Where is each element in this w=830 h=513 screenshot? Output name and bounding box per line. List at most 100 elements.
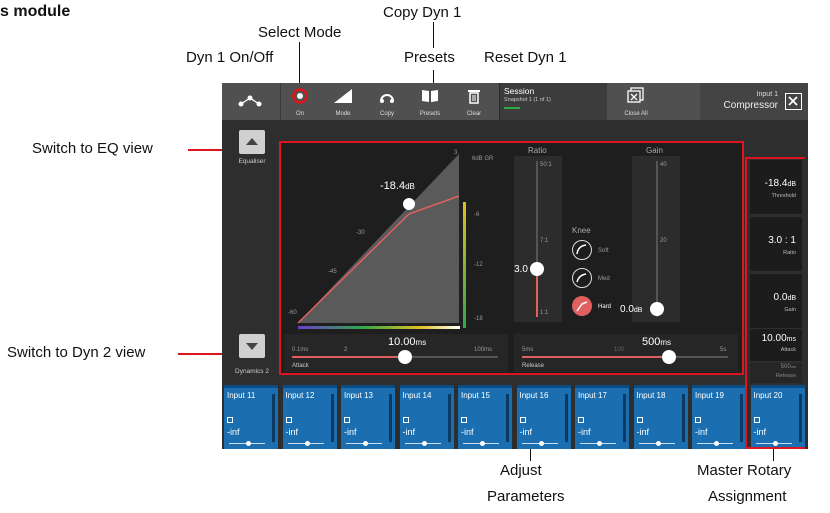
trash-icon — [468, 90, 480, 104]
strip-level: -inf — [519, 427, 533, 437]
strip-fader-knob[interactable] — [655, 441, 661, 446]
input-strip[interactable]: Input 12 -inf — [282, 385, 337, 449]
callout-master-rotary: Master Rotary — [697, 462, 792, 479]
copy-button[interactable]: Copy — [367, 83, 407, 120]
strip-fader-knob[interactable] — [714, 441, 719, 446]
rotary-assignment-highlight — [745, 157, 805, 449]
toolbar: On Mode Copy Presets Clear Session Snaps… — [222, 83, 808, 120]
book-icon — [422, 90, 438, 102]
strip-level: -inf — [695, 427, 708, 437]
presets-label: Presets — [419, 111, 441, 117]
callout-adjust-params: Adjust — [500, 462, 542, 479]
strip-name: Input 17 — [578, 391, 607, 400]
strip-fader-knob[interactable] — [421, 441, 427, 446]
strip-select-icon[interactable] — [578, 417, 584, 423]
strip-meter — [389, 394, 392, 442]
strip-level: -inf — [285, 427, 299, 437]
strip-select-icon[interactable] — [402, 417, 409, 423]
strip-level: -inf — [461, 427, 474, 437]
input-strip[interactable]: Input 18 -inf — [633, 385, 688, 449]
input-strip[interactable]: Input 15 -inf — [458, 385, 512, 449]
close-button[interactable] — [785, 93, 802, 110]
dynamics2-label: Dynamics 2 — [235, 368, 269, 375]
routing-icon — [238, 95, 262, 107]
strip-meter — [564, 394, 568, 442]
strip-select-icon[interactable] — [285, 417, 292, 423]
leader-copy-2 — [433, 70, 434, 84]
strip-fader-knob[interactable] — [246, 441, 251, 446]
mode-icon — [334, 89, 352, 103]
arrow-down-icon — [246, 343, 258, 350]
session-status-bar — [504, 107, 520, 109]
copy-label: Copy — [379, 111, 394, 117]
strip-fader-knob[interactable] — [363, 441, 368, 446]
strip-meter — [623, 394, 626, 442]
on-label: On — [295, 111, 304, 117]
callout-adjust-line1: Adjust — [500, 462, 542, 479]
strip-meter — [272, 394, 275, 442]
strip-name: Input 15 — [461, 391, 490, 400]
session-title: Session — [504, 86, 535, 96]
routing-button[interactable] — [230, 83, 270, 120]
equaliser-view-button[interactable] — [239, 130, 265, 154]
processor-name: Compressor — [723, 100, 778, 111]
strip-select-icon[interactable] — [519, 417, 526, 423]
strip-name: Input 19 — [695, 391, 724, 400]
strip-select-icon[interactable] — [461, 417, 467, 423]
input-strip[interactable]: Input 14 -inf — [399, 385, 454, 449]
mode-button[interactable]: Mode — [323, 83, 363, 120]
strip-fader-knob[interactable] — [480, 441, 485, 446]
strip-name: Input 11 — [227, 391, 256, 400]
dynamics2-view-button[interactable] — [239, 334, 265, 358]
input-strip[interactable]: Input 13 -inf — [341, 385, 395, 449]
callout-master-rotary-2: Assignment — [708, 488, 787, 505]
arrow-up-icon — [246, 138, 258, 145]
strip-name: Input 16 — [519, 391, 549, 400]
close-all-button[interactable]: Close All — [614, 83, 658, 120]
strip-level: -inf — [636, 427, 650, 437]
input-strip[interactable]: Input 11 -inf — [224, 385, 278, 449]
on-button[interactable]: On — [280, 83, 320, 120]
callout-switch-dyn2: Switch to Dyn 2 view — [7, 344, 146, 361]
input-strip[interactable]: Input 19 -inf — [692, 385, 746, 449]
clear-button[interactable]: Clear — [454, 83, 494, 120]
leader-rotary — [773, 449, 774, 461]
callout-select-mode: Select Mode — [258, 24, 342, 41]
presets-button[interactable]: Presets — [410, 83, 450, 120]
session-display[interactable]: Session Snapshot 1 (1 of 1) — [499, 83, 607, 120]
callout-copy-dyn: Copy Dyn 1 — [383, 4, 462, 21]
leader-select-mode — [299, 42, 300, 84]
callout-presets: Presets — [404, 49, 455, 66]
close-icon — [788, 96, 798, 106]
strip-select-icon[interactable] — [695, 417, 701, 423]
strip-name: Input 12 — [285, 391, 315, 400]
strip-select-icon[interactable] — [636, 417, 643, 423]
power-on-icon — [292, 88, 308, 104]
leader-copy — [433, 22, 434, 48]
strip-fader-knob[interactable] — [597, 441, 602, 446]
title-fragment: s module — [0, 3, 71, 20]
callout-switch-eq: Switch to EQ view — [32, 140, 153, 157]
callout-adjust-params-2: Parameters — [487, 488, 565, 505]
strip-select-icon[interactable] — [344, 417, 350, 423]
channel-name-display: Input 1 Compressor — [700, 83, 808, 120]
strip-level: -inf — [402, 427, 416, 437]
strip-meter — [506, 394, 509, 442]
input-strip[interactable]: Input 16 -inf — [516, 385, 571, 449]
leader-adjust — [530, 449, 531, 461]
input-strip[interactable]: Input 17 -inf — [575, 385, 629, 449]
strip-meter — [330, 394, 334, 442]
strip-select-icon[interactable] — [227, 417, 233, 423]
strip-meter — [740, 394, 743, 442]
mode-label: Mode — [335, 111, 351, 117]
strip-fader-knob[interactable] — [304, 441, 310, 446]
leader-dyn2 — [178, 353, 226, 355]
close-all-icon — [627, 87, 644, 103]
clear-label: Clear — [466, 111, 482, 117]
copy-icon — [380, 94, 394, 103]
equaliser-label: Equaliser — [238, 158, 266, 165]
strip-name: Input 14 — [402, 391, 432, 400]
strip-name: Input 13 — [344, 391, 373, 400]
session-snapshot: Snapshot 1 (1 of 1) — [504, 97, 551, 103]
strip-fader-knob[interactable] — [538, 441, 544, 446]
